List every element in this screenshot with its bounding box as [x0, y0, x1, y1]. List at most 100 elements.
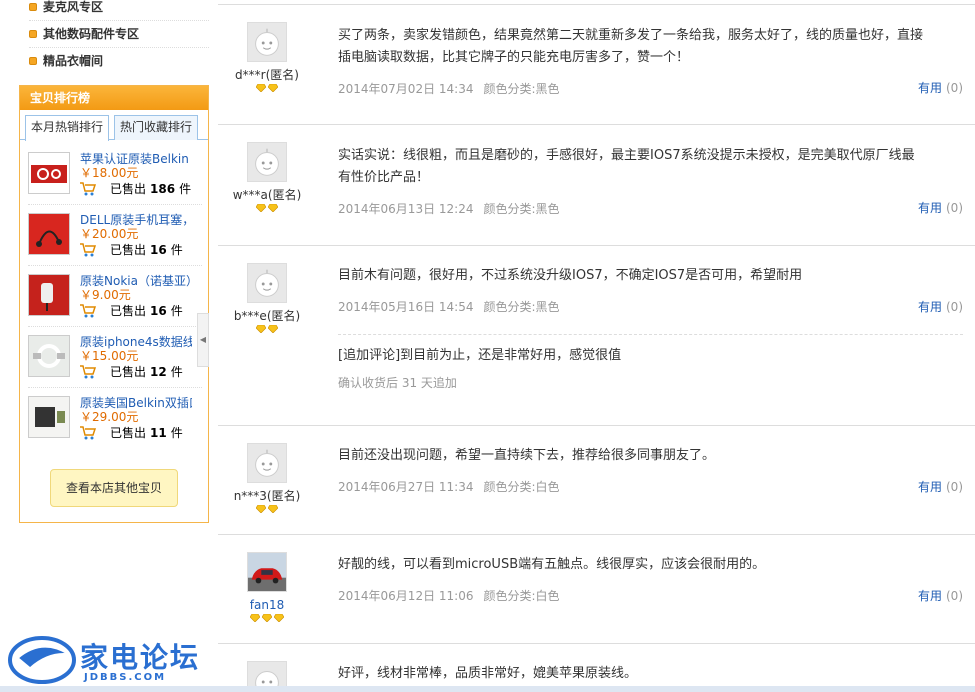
reviewer-name[interactable]: fan18 — [218, 598, 316, 612]
useful-button[interactable]: 有用 (0) — [918, 298, 963, 315]
review-item: n***3(匿名) 目前还没出现问题，希望一直持续下去，推荐给很多同事朋友了。 … — [218, 426, 975, 535]
category-digital-accessories[interactable]: 其他数码配件专区 — [29, 27, 209, 41]
product-thumbnail[interactable] — [28, 213, 70, 255]
diamond-icon — [256, 505, 266, 513]
cart-icon — [80, 426, 96, 440]
sold-value: 16 — [150, 304, 167, 318]
sold-value: 16 — [150, 243, 167, 257]
review-meta: 2014年06月13日 12:24 颜色分类:黑色 — [338, 201, 968, 217]
review-user: w***a(匿名) — [218, 142, 316, 213]
review-item: d***r(匿名) 买了两条，卖家发错颜色，结果竟然第二天就重新多发了一条给我，… — [218, 4, 975, 125]
review-meta: 2014年05月16日 14:54 颜色分类:黑色 — [338, 299, 968, 315]
useful-button[interactable]: 有用 (0) — [918, 587, 963, 604]
review-date: 2014年07月02日 14:34 — [338, 82, 474, 96]
product-price: ￥15.00元 — [80, 349, 139, 363]
cart-icon — [80, 365, 96, 379]
tab-monthly-hot[interactable]: 本月热销排行 — [25, 115, 110, 141]
ranking-list: 苹果认证原装Belkin（ ￥18.00元 已售出 186 件 DELL原装手机耳塞… — [20, 140, 208, 449]
default-avatar-icon[interactable] — [247, 263, 287, 303]
useful-count: (0) — [946, 589, 963, 603]
review-body: 目前木有问题，很好用，不过系统没升级IOS7，不确定IOS7是否可用，希望耐用 … — [338, 265, 968, 315]
sold-count: 已售出 12 件 — [80, 363, 202, 381]
sidebar: 麦克风专区 其他数码配件专区 精品衣帽间 宝贝排行榜 本月热销排行 热门收藏排行… — [19, 0, 209, 523]
product-name[interactable]: 原装美国Belkin双插口 — [80, 396, 192, 410]
user-photo-car-avatar[interactable] — [247, 552, 287, 592]
chevron-left-icon: ◀ — [199, 335, 207, 344]
cart-icon — [80, 304, 96, 318]
sold-prefix: 已售出 — [110, 182, 147, 196]
view-more-products-button[interactable]: 查看本店其他宝贝 — [50, 469, 178, 507]
review-meta: 2014年06月27日 11:34 颜色分类:白色 — [338, 479, 968, 495]
ranking-item[interactable]: 原装iphone4s数据线 ￥15.00元 已售出 12 件 — [28, 327, 202, 388]
collapse-sidebar-handle[interactable]: ◀ — [197, 313, 209, 367]
cart-icon — [80, 243, 96, 257]
useful-button[interactable]: 有用 (0) — [918, 478, 963, 495]
useful-button[interactable]: 有用 (0) — [918, 199, 963, 216]
review-text-continued: 插电脑读取数据，比其它牌子的只能充电厉害多了，赞一个！ — [338, 50, 690, 65]
default-avatar-icon[interactable] — [247, 22, 287, 62]
product-thumbnail[interactable] — [28, 396, 70, 438]
review-date: 2014年06月12日 11:06 — [338, 589, 474, 603]
category-apparel[interactable]: 精品衣帽间 — [29, 54, 209, 68]
sold-prefix: 已售出 — [110, 304, 147, 318]
review-meta: 2014年06月12日 11:06 颜色分类:白色 — [338, 588, 968, 604]
reviewer-name: n***3(匿名) — [233, 489, 301, 503]
review-color: 颜色分类:黑色 — [483, 82, 560, 96]
sold-value: 12 — [150, 365, 167, 379]
product-name[interactable]: DELL原装手机耳塞， — [80, 213, 192, 227]
useful-count: (0) — [946, 480, 963, 494]
diamond-icon — [256, 204, 266, 212]
divider — [338, 334, 963, 335]
reviewer-name: w***a(匿名) — [232, 188, 302, 202]
useful-count: (0) — [946, 300, 963, 314]
tab-popular-favorites[interactable]: 热门收藏排行 — [114, 115, 199, 140]
reviewer-name: d***r(匿名) — [235, 68, 299, 82]
product-thumbnail[interactable] — [28, 335, 70, 377]
review-color: 颜色分类:白色 — [483, 480, 560, 494]
diamond-icon — [274, 614, 284, 622]
product-price: ￥18.00元 — [80, 166, 139, 180]
review-item: b***e(匿名) 目前木有问题，很好用，不过系统没升级IOS7，不确定IOS7… — [218, 246, 975, 426]
category-microphone[interactable]: 麦克风专区 — [29, 0, 209, 14]
category-list: 麦克风专区 其他数码配件专区 精品衣帽间 — [19, 0, 209, 68]
ranking-title: 宝贝排行榜 — [20, 86, 208, 110]
default-avatar-icon[interactable] — [247, 142, 287, 182]
useful-label: 有用 — [917, 589, 942, 603]
default-avatar-icon[interactable] — [247, 443, 287, 483]
product-name[interactable]: 原装iphone4s数据线 — [80, 335, 192, 349]
appended-review-text: [追加评论]到目前为止，还是非常好用，感觉很值 — [338, 348, 622, 363]
diamond-icon — [268, 505, 278, 513]
useful-button[interactable]: 有用 (0) — [918, 79, 963, 96]
reviewer-level — [218, 504, 316, 514]
sold-suffix: 件 — [170, 426, 183, 440]
sold-value: 186 — [150, 182, 176, 196]
watermark-title: 家电论坛 — [80, 641, 201, 674]
ranking-item[interactable]: DELL原装手机耳塞， ￥20.00元 已售出 16 件 — [28, 205, 202, 266]
review-text: 好评，线材非常棒，品质非常好，媲美苹果原装线。 — [338, 666, 638, 681]
review-date: 2014年06月27日 11:34 — [338, 480, 474, 494]
ranking-item[interactable]: 原装Nokia（诺基亚） ￥9.00元 已售出 16 件 — [28, 266, 202, 327]
review-date: 2014年05月16日 14:54 — [338, 300, 474, 314]
review-body: 好评，线材非常棒，品质非常好，媲美苹果原装线。 — [338, 663, 968, 685]
ranking-tabs: 本月热销排行 热门收藏排行 — [20, 110, 208, 141]
product-price: ￥29.00元 — [80, 410, 139, 424]
product-name[interactable]: 原装Nokia（诺基亚） — [80, 274, 192, 288]
diamond-icon — [262, 614, 272, 622]
horizontal-scrollbar[interactable] — [0, 686, 975, 692]
reviewer-level — [218, 613, 316, 623]
reviewer-level — [218, 324, 316, 334]
bullet-icon — [29, 57, 37, 65]
bullet-icon — [29, 30, 37, 38]
charger-icon — [29, 275, 69, 315]
earphone-red-icon — [29, 214, 69, 254]
product-thumbnail[interactable] — [28, 152, 70, 194]
product-name[interactable]: 苹果认证原装Belkin（ — [80, 152, 192, 166]
ranking-item[interactable]: 苹果认证原装Belkin（ ￥18.00元 已售出 186 件 — [28, 144, 202, 205]
ranking-info: 苹果认证原装Belkin（ ￥18.00元 已售出 186 件 — [80, 152, 202, 204]
review-text: 目前木有问题，很好用，不过系统没升级IOS7，不确定IOS7是否可用，希望耐用 — [338, 268, 803, 283]
review-user: n***3(匿名) — [218, 443, 316, 514]
appended-review-meta: 确认收货后 31 天追加 — [338, 376, 457, 390]
product-thumbnail[interactable] — [28, 274, 70, 316]
ranking-item[interactable]: 原装美国Belkin双插口 ￥29.00元 已售出 11 件 — [28, 388, 202, 449]
review-item: 好评，线材非常棒，品质非常好，媲美苹果原装线。 — [218, 644, 975, 692]
